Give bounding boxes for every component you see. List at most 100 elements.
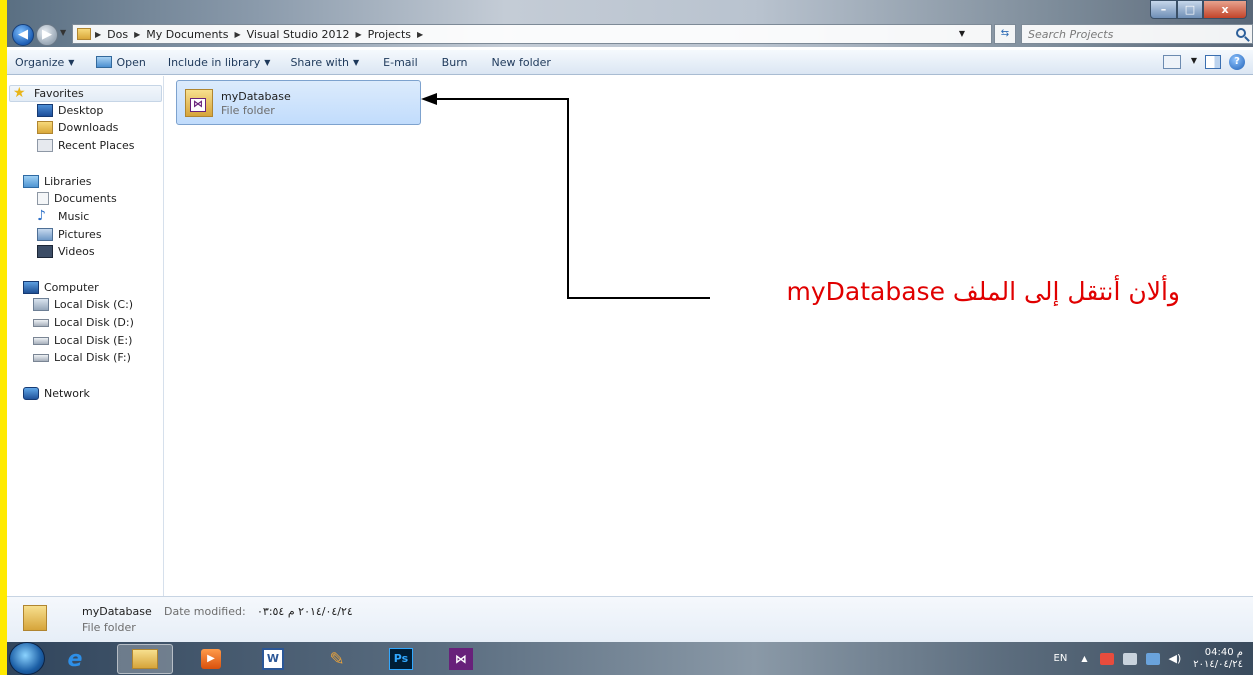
help-button[interactable]: ?: [1229, 54, 1245, 70]
breadcrumb-visual-studio-2012[interactable]: Visual Studio 2012: [247, 28, 350, 41]
open-button[interactable]: Open: [88, 56, 153, 69]
language-indicator[interactable]: EN: [1054, 653, 1068, 664]
nav-recent-places-label: Recent Places: [58, 139, 135, 152]
forward-button[interactable]: ▶: [36, 24, 58, 46]
nav-disk-f-label: Local Disk (F:): [54, 351, 131, 364]
videos-icon: [37, 245, 53, 258]
nav-computer[interactable]: Computer: [23, 279, 99, 296]
chevron-right-icon[interactable]: ▶: [134, 30, 140, 39]
arrow-line: [433, 98, 710, 299]
chevron-right-icon[interactable]: ▶: [417, 30, 423, 39]
search-icon[interactable]: [1236, 28, 1246, 38]
annotation-arrow: [421, 93, 710, 299]
back-button[interactable]: ◀: [12, 24, 34, 46]
nav-music-label: Music: [58, 210, 90, 223]
photoshop-logo: Ps: [389, 648, 413, 670]
power-icon[interactable]: [1122, 652, 1137, 665]
music-icon: ♪: [37, 208, 46, 224]
file-list[interactable]: ⋈ myDatabase File folder وألان أنتقل إلى…: [165, 76, 1253, 596]
burn-button[interactable]: Burn: [434, 56, 476, 69]
details-date-value: ٢٠١٤/٠٤/٢٤ م ٠٣:٥٤: [257, 605, 353, 618]
nav-network-label: Network: [44, 387, 90, 400]
nav-videos-label: Videos: [58, 245, 95, 258]
chevron-right-icon[interactable]: ▶: [95, 30, 101, 39]
system-disk-icon: [33, 298, 49, 311]
nav-network[interactable]: Network: [23, 385, 90, 402]
show-hidden-icons-icon[interactable]: ▲: [1081, 654, 1087, 663]
nav-disk-f[interactable]: Local Disk (F:): [33, 349, 131, 366]
chevron-down-icon[interactable]: ▼: [1191, 56, 1197, 65]
internet-explorer-icon[interactable]: e: [47, 644, 103, 674]
word-logo: W: [262, 648, 284, 670]
open-label: Open: [116, 55, 146, 69]
left-highlight-bar: [0, 0, 7, 675]
windows-explorer-icon[interactable]: [117, 644, 173, 674]
search-box[interactable]: [1021, 24, 1253, 44]
email-button[interactable]: E-mail: [375, 56, 426, 69]
command-toolbar: Organize ▼ Open Include in library ▼ Sha…: [7, 50, 1253, 75]
nav-disk-e[interactable]: Local Disk (E:): [33, 332, 132, 349]
paint-icon[interactable]: ✎: [309, 644, 365, 674]
visual-studio-icon[interactable]: ⋈: [433, 644, 489, 674]
media-player-icon[interactable]: ▶: [183, 644, 239, 674]
share-with-button[interactable]: Share with ▼: [282, 56, 367, 69]
nav-pictures[interactable]: Pictures: [37, 226, 102, 243]
play-icon: ▶: [201, 649, 221, 669]
chevron-right-icon[interactable]: ▶: [234, 30, 240, 39]
system-tray: EN ▲ ◀) 04:40 م ٢٠١٤/٠٤/٢٤: [1054, 642, 1243, 675]
disk-icon: [33, 318, 49, 327]
nav-documents[interactable]: Documents: [37, 190, 117, 207]
nav-recent-places[interactable]: Recent Places: [37, 137, 135, 154]
clock[interactable]: 04:40 م ٢٠١٤/٠٤/٢٤: [1193, 647, 1243, 671]
disk-icon: [33, 353, 49, 362]
share-with-label: Share with: [290, 55, 350, 69]
nav-downloads[interactable]: Downloads: [37, 119, 118, 136]
nav-favorites[interactable]: ★ Favorites: [9, 85, 162, 102]
action-center-icon[interactable]: [1099, 652, 1114, 665]
change-view-button[interactable]: [1163, 55, 1181, 69]
nav-desktop[interactable]: Desktop: [37, 102, 103, 119]
search-input[interactable]: [1022, 25, 1227, 43]
breadcrumb-my-documents[interactable]: My Documents: [146, 28, 228, 41]
nav-favorites-label: Favorites: [34, 87, 84, 100]
nav-disk-d[interactable]: Local Disk (D:): [33, 314, 134, 331]
nav-music[interactable]: ♪ Music: [37, 208, 89, 225]
nav-videos[interactable]: Videos: [37, 243, 95, 260]
network-status-icon[interactable]: [1145, 652, 1160, 665]
organize-button[interactable]: Organize ▼: [7, 56, 82, 69]
libraries-icon: [23, 175, 39, 188]
clock-time: 04:40 م: [1204, 646, 1243, 658]
close-button[interactable]: x: [1203, 0, 1247, 19]
recent-pages-dropdown[interactable]: ▼: [60, 28, 66, 37]
nav-downloads-label: Downloads: [58, 121, 119, 134]
nav-computer-label: Computer: [44, 281, 99, 294]
include-in-library-button[interactable]: Include in library ▼: [160, 56, 279, 69]
minimize-button[interactable]: –: [1150, 0, 1177, 19]
address-bar[interactable]: ▶ Dos ▶ My Documents ▶ Visual Studio 201…: [72, 24, 992, 44]
desktop-icon: [37, 104, 53, 117]
chevron-right-icon[interactable]: ▶: [356, 30, 362, 39]
taskbar: e ▶ W ✎ Ps ⋈ EN ▲ ◀) 04:40 م ٢٠١٤/٠٤/٢٤: [7, 642, 1253, 675]
pictures-icon: [37, 228, 53, 241]
refresh-button[interactable]: ⇆: [994, 24, 1016, 44]
folder-icon: [77, 28, 91, 40]
breadcrumb-dos[interactable]: Dos: [107, 28, 128, 41]
address-history-dropdown[interactable]: ▼: [959, 29, 965, 38]
navigation-pane: ★ Favorites Desktop Downloads Recent Pla…: [7, 76, 164, 596]
folder-icon: [132, 649, 158, 669]
preview-pane-button[interactable]: [1205, 55, 1221, 69]
visual-studio-logo: ⋈: [449, 648, 473, 670]
maximize-button[interactable]: □: [1177, 0, 1203, 19]
nav-disk-c-label: Local Disk (C:): [54, 298, 134, 311]
nav-documents-label: Documents: [54, 192, 117, 205]
start-button[interactable]: [9, 642, 45, 675]
photoshop-icon[interactable]: Ps: [373, 644, 429, 674]
window-titlebar: ◀ ▶ ▼ ▶ Dos ▶ My Documents ▶ Visual Stud…: [7, 0, 1253, 47]
new-folder-button[interactable]: New folder: [484, 56, 559, 69]
volume-icon[interactable]: ◀): [1169, 652, 1182, 665]
word-icon[interactable]: W: [245, 644, 301, 674]
documents-icon: [37, 192, 49, 205]
nav-libraries[interactable]: Libraries: [23, 173, 92, 190]
nav-disk-c[interactable]: Local Disk (C:): [33, 296, 133, 313]
breadcrumb-projects[interactable]: Projects: [368, 28, 411, 41]
